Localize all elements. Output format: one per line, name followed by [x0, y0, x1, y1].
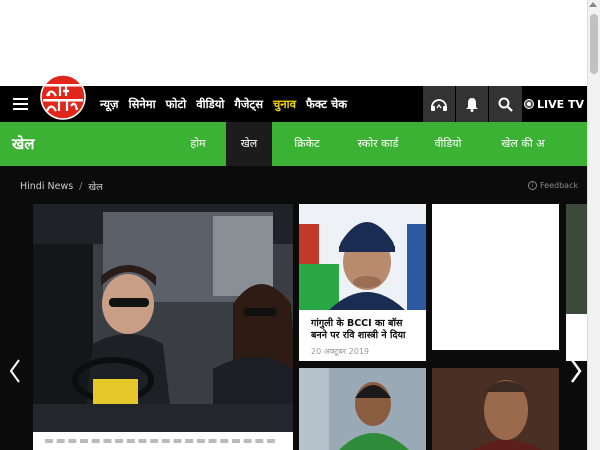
breadcrumb-current: खेल [88, 182, 103, 193]
live-tv-label: LIVE TV [537, 97, 584, 111]
tab-video[interactable]: वीडियो [425, 122, 471, 166]
nav-item-fact-check[interactable]: फैक्ट चेक [306, 97, 347, 112]
hero-caption [33, 432, 293, 450]
scroll-up-arrow-icon[interactable] [589, 2, 597, 7]
story-card-date: 20 अक्टूबर 2019 [311, 347, 369, 356]
section-title: खेल [12, 135, 35, 153]
breadcrumb-separator: / [79, 181, 83, 192]
story-card-partial-caption [566, 314, 587, 361]
story-card-image [299, 204, 426, 310]
notifications-button[interactable] [456, 86, 488, 122]
live-tv-button[interactable]: LIVE TV [521, 86, 587, 122]
tab-sports[interactable]: खेल [226, 122, 272, 166]
tab-home[interactable]: होम [178, 122, 218, 166]
bell-icon [466, 97, 478, 112]
top-navigation: न्यूज़ सिनेमा फोटो वीडियो गैजेट्स चुनाव … [0, 74, 587, 122]
tab-scorecard[interactable]: स्कोर कार्ड [347, 122, 409, 166]
nav-item-photo[interactable]: फोटो [166, 97, 187, 112]
feedback-label: Feedback [540, 181, 579, 190]
chevron-left-icon [9, 359, 20, 383]
feedback-icon: i [528, 181, 537, 190]
breadcrumb: Hindi News / खेल [20, 180, 103, 193]
hero-caption-text [45, 439, 275, 445]
search-icon [498, 97, 513, 112]
carousel-prev-button[interactable] [5, 356, 25, 386]
story-card-image [299, 368, 426, 450]
breadcrumb-home[interactable]: Hindi News [20, 181, 73, 192]
story-card[interactable] [299, 368, 426, 450]
story-card-partial[interactable] [566, 204, 587, 361]
tab-sports-more[interactable]: खेल की अ [493, 122, 553, 166]
nav-menu: न्यूज़ सिनेमा फोटो वीडियो गैजेट्स चुनाव … [100, 86, 357, 122]
hero-story[interactable] [33, 204, 293, 450]
menu-icon[interactable] [13, 98, 28, 110]
page: न्यूज़ सिनेमा फोटो वीडियो गैजेट्स चुनाव … [0, 0, 600, 450]
story-card-image [432, 368, 559, 450]
content-area: Hindi News / खेल i Feedback गांगुली के B… [0, 166, 587, 450]
story-card-placeholder[interactable] [432, 204, 559, 350]
headphones-icon [431, 99, 447, 111]
nav-item-video[interactable]: वीडियो [196, 97, 224, 112]
scroll-thumb[interactable] [590, 14, 598, 74]
nav-item-elections[interactable]: चुनाव [273, 97, 296, 112]
feedback-link[interactable]: i Feedback [528, 181, 578, 190]
story-card-title[interactable]: गांगुली के BCCI का बॉस बनने पर रवि शास्त… [311, 318, 419, 342]
live-dot-icon [525, 100, 533, 108]
aajtak-logo[interactable] [33, 74, 93, 120]
story-card[interactable] [432, 368, 559, 450]
scrollbar[interactable] [587, 0, 600, 450]
search-button[interactable] [489, 86, 521, 122]
hero-image [33, 204, 293, 432]
nav-item-gadgets[interactable]: गैजेट्स [234, 97, 263, 112]
carousel-next-button[interactable] [566, 356, 586, 386]
chevron-right-icon [570, 359, 582, 383]
story-card[interactable]: गांगुली के BCCI का बॉस बनने पर रवि शास्त… [299, 204, 426, 361]
podcast-button[interactable] [423, 86, 455, 122]
nav-item-cinema[interactable]: सिनेमा [129, 97, 156, 112]
tab-cricket[interactable]: क्रिकेट [282, 122, 332, 166]
nav-item-news[interactable]: न्यूज़ [100, 97, 119, 112]
section-bar: खेल होम खेल क्रिकेट स्कोर कार्ड वीडियो ख… [0, 122, 587, 166]
